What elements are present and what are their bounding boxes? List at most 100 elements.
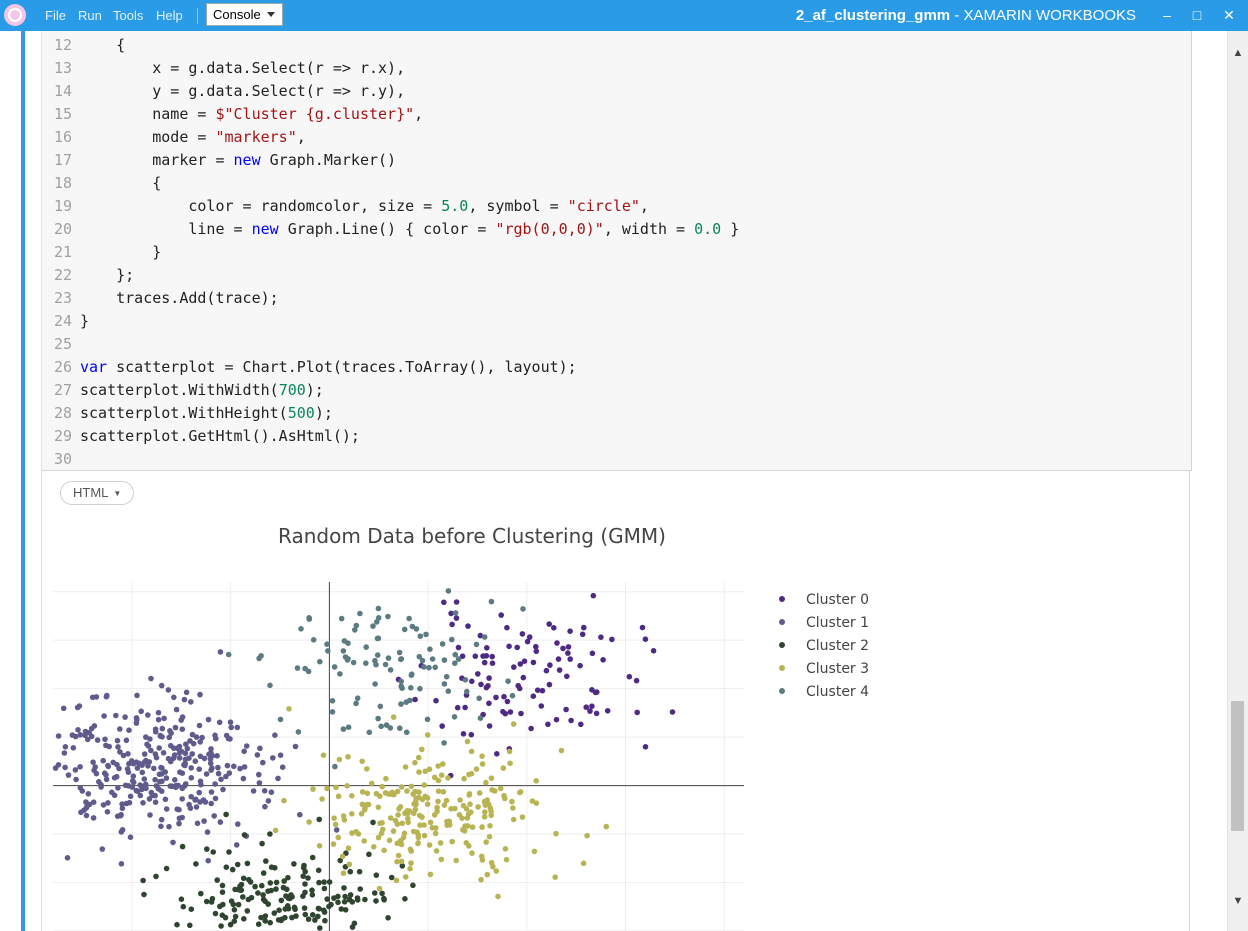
data-point (556, 667, 563, 673)
data-point (317, 925, 323, 931)
minimize-button[interactable]: – (1152, 0, 1182, 31)
data-point (176, 815, 183, 822)
code-line[interactable]: 23 traces.Add(trace); (42, 287, 279, 310)
code-line[interactable]: 28 scatterplot.WithHeight(500); (42, 402, 333, 425)
menu-file[interactable]: File (45, 0, 66, 31)
code-line[interactable]: 18 { (42, 172, 161, 195)
data-point (309, 854, 316, 861)
data-point (220, 901, 226, 908)
data-point (119, 827, 126, 833)
data-point (361, 838, 368, 844)
data-point (502, 710, 509, 717)
code-line[interactable]: 14 y = g.data.Select(r => r.y), (42, 80, 405, 103)
data-point (479, 857, 486, 863)
code-line[interactable]: 13 x = g.data.Select(r => r.x), (42, 57, 405, 80)
data-point (370, 819, 376, 826)
data-point (316, 816, 323, 823)
data-point (504, 698, 511, 705)
code-line[interactable]: 16 mode = "markers", (42, 126, 306, 149)
data-point (387, 725, 394, 731)
data-point (192, 797, 198, 803)
data-point (592, 689, 599, 696)
vertical-scrollbar[interactable]: ▲ ▼ (1227, 31, 1248, 931)
data-point (345, 845, 352, 851)
menu-run[interactable]: Run (78, 0, 102, 31)
data-point (437, 840, 444, 846)
data-point (301, 862, 307, 869)
data-point (203, 771, 210, 777)
data-point (495, 893, 501, 900)
code-line[interactable]: 20 line = new Graph.Line() { color = "rg… (42, 218, 739, 241)
data-point (634, 709, 640, 716)
data-point (433, 848, 440, 854)
data-point (208, 800, 214, 807)
app-name: - XAMARIN WORKBOOKS (950, 7, 1136, 24)
data-point (151, 765, 157, 772)
code-line[interactable]: 25 (42, 333, 80, 356)
data-point (82, 728, 89, 735)
data-point (332, 821, 339, 828)
data-point (212, 795, 219, 802)
code-line[interactable]: 29 scatterplot.GetHtml().AsHtml(); (42, 425, 360, 448)
code-line[interactable]: 19 color = randomcolor, size = 5.0, symb… (42, 195, 649, 218)
scroll-up-icon[interactable]: ▲ (1228, 43, 1248, 63)
data-point (462, 704, 468, 711)
maximize-button[interactable]: □ (1182, 0, 1212, 31)
data-point (564, 673, 570, 680)
data-point (158, 823, 164, 830)
data-point (331, 664, 338, 670)
data-point (250, 788, 257, 794)
data-point (431, 774, 438, 781)
title-bar: File Run Tools Help Console 2_af_cluster… (0, 0, 1248, 31)
code-line[interactable]: 12 { (42, 34, 125, 57)
data-point (285, 874, 291, 881)
line-number: 21 (53, 243, 72, 261)
data-point (321, 879, 327, 885)
close-button[interactable]: ✕ (1214, 0, 1244, 31)
data-point (244, 860, 251, 867)
data-point (528, 725, 534, 732)
data-point (361, 807, 368, 813)
code-text: scatterplot.GetHtml().AsHtml(); (80, 427, 360, 445)
data-point (567, 628, 573, 634)
data-point (85, 791, 92, 797)
code-line[interactable]: 24} (42, 310, 89, 333)
data-point (441, 657, 448, 663)
data-point (375, 715, 381, 722)
scroll-down-icon[interactable]: ▼ (1228, 891, 1248, 911)
data-point (92, 764, 98, 770)
data-point (193, 804, 200, 810)
data-point (265, 888, 271, 894)
data-point (176, 743, 183, 750)
code-line[interactable]: 27 scatterplot.WithWidth(700); (42, 379, 324, 402)
data-point (175, 782, 181, 789)
data-point (401, 626, 408, 633)
data-point (222, 914, 229, 921)
data-point (398, 837, 404, 844)
code-line[interactable]: 30 (42, 448, 80, 471)
code-line[interactable]: 21 } (42, 241, 161, 264)
menu-tools[interactable]: Tools (113, 0, 143, 31)
data-point (310, 637, 317, 643)
legend-marker (779, 665, 785, 671)
data-point (531, 848, 538, 855)
data-point (284, 903, 291, 909)
data-point (443, 673, 450, 680)
data-point (211, 813, 217, 819)
data-point (475, 804, 481, 810)
code-text: marker = new Graph.Marker() (80, 151, 397, 169)
data-point (229, 866, 236, 873)
code-line[interactable]: 26 var scatterplot = Chart.Plot(traces.To… (42, 356, 577, 379)
menu-help[interactable]: Help (156, 0, 183, 31)
code-line[interactable]: 15 name = $"Cluster {g.cluster}", (42, 103, 423, 126)
data-point (101, 770, 108, 776)
data-point (545, 721, 551, 728)
console-select[interactable]: Console (206, 3, 283, 26)
line-number: 23 (53, 289, 72, 307)
code-line[interactable]: 17 marker = new Graph.Marker() (42, 149, 396, 172)
code-editor[interactable]: 12 {13 x = g.data.Select(r => r.x), 14 y … (41, 31, 1192, 471)
code-line[interactable]: 22 }; (42, 264, 134, 287)
data-point (396, 806, 402, 812)
data-point (357, 886, 364, 892)
scrollbar-thumb[interactable] (1231, 701, 1244, 831)
